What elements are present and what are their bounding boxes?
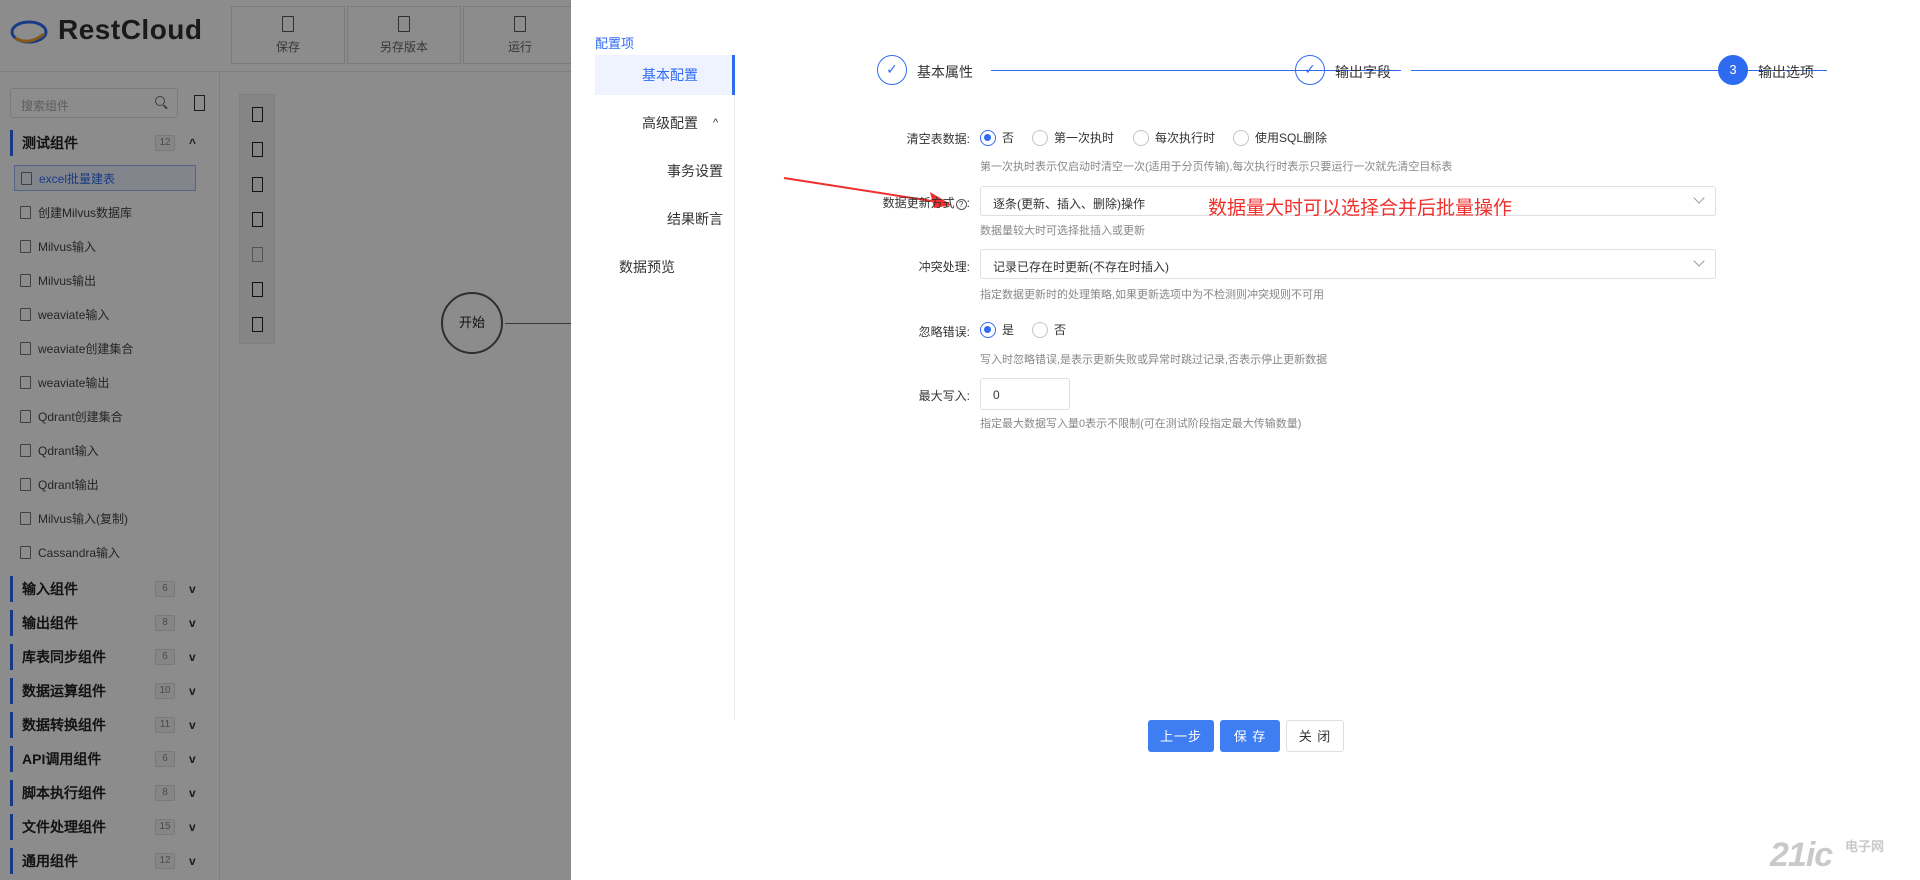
clear-table-hint: 第一次执时表示仅启动时清空一次(适用于分页传输),每次执行时表示只要运行一次就先… [980,161,1453,173]
save-config-button[interactable]: 保 存 [1220,720,1280,752]
menu-item-assertion[interactable]: 结果断言 [595,199,735,239]
max-write-input[interactable]: 0 [980,378,1070,410]
update-mode-hint: 数据量较大时可选择批插入或更新 [980,225,1145,237]
close-button[interactable]: 关 闭 [1286,720,1344,752]
radio-clear-no[interactable]: 否 [980,130,1014,146]
conflict-value: 记录已存在时更新(不存在时插入) [993,260,1169,274]
ignore-errors-label: 忽略错误: [918,325,970,339]
radio-clear-first[interactable]: 第一次执时 [1032,130,1114,146]
ignore-errors-hint: 写入时忽略错误,是表示更新失败或异常时跳过记录,否表示停止更新数据 [980,354,1328,366]
step-done-icon: ✓ [877,55,907,85]
step-label: 基本属性 [917,64,973,80]
prev-step-button[interactable]: 上一步 [1148,720,1214,752]
watermark-logo: 21ic [1770,836,1833,874]
conflict-hint: 指定数据更新时的处理策略,如果更新选项中为不检测则冲突规则不可用 [980,289,1325,301]
radio-clear-every[interactable]: 每次执行时 [1133,130,1215,146]
radio-ignore-yes[interactable]: 是 [980,322,1014,338]
chevron-down-icon [1693,192,1705,204]
clear-table-label: 清空表数据: [906,132,970,146]
step-done-icon: ✓ [1295,55,1325,85]
menu-item-basic[interactable]: 基本配置 [595,55,735,95]
step-current-number: 3 [1718,55,1748,85]
menu-item-advanced[interactable]: 高级配置 ^ [595,103,735,143]
update-mode-label-group: 数据更新方式?: [882,196,970,210]
menu-item-preview[interactable]: 数据预览 [595,247,735,287]
max-write-hint: 指定最大数据写入量0表示不限制(可在测试阶段指定最大传输数量) [980,418,1302,430]
annotation-text: 数据量大时可以选择合并后批量操作 [1208,198,1513,219]
config-menu: 基本配置 高级配置 ^ 事务设置 结果断言 数据预览 [595,55,735,720]
modal-overlay[interactable] [0,0,571,880]
chevron-up-icon: ^ [713,117,719,129]
conflict-label: 冲突处理: [918,260,970,274]
update-mode-value: 逐条(更新、插入、删除)操作 [993,197,1145,211]
menu-item-label: 高级配置 [642,115,698,131]
step-label: 输出选项 [1758,64,1814,80]
update-mode-label: 数据更新方式 [882,196,955,210]
help-icon[interactable]: ? [955,199,967,210]
menu-title: 配置项 [595,36,635,51]
max-write-label: 最大写入: [918,389,970,403]
app-root: RestCloud 保存 另存版本 运行 搜索组件 测试组件 12 ^ excel批… [0,0,1920,880]
step-label: 输出字段 [1335,64,1391,80]
chevron-down-icon [1693,255,1705,267]
conflict-select[interactable]: 记录已存在时更新(不存在时插入) [980,249,1716,279]
watermark-text: 电子网 [1845,839,1885,854]
radio-clear-sql[interactable]: 使用SQL删除 [1233,130,1327,146]
radio-ignore-no[interactable]: 否 [1032,322,1066,338]
menu-item-transaction[interactable]: 事务设置 [595,151,735,191]
